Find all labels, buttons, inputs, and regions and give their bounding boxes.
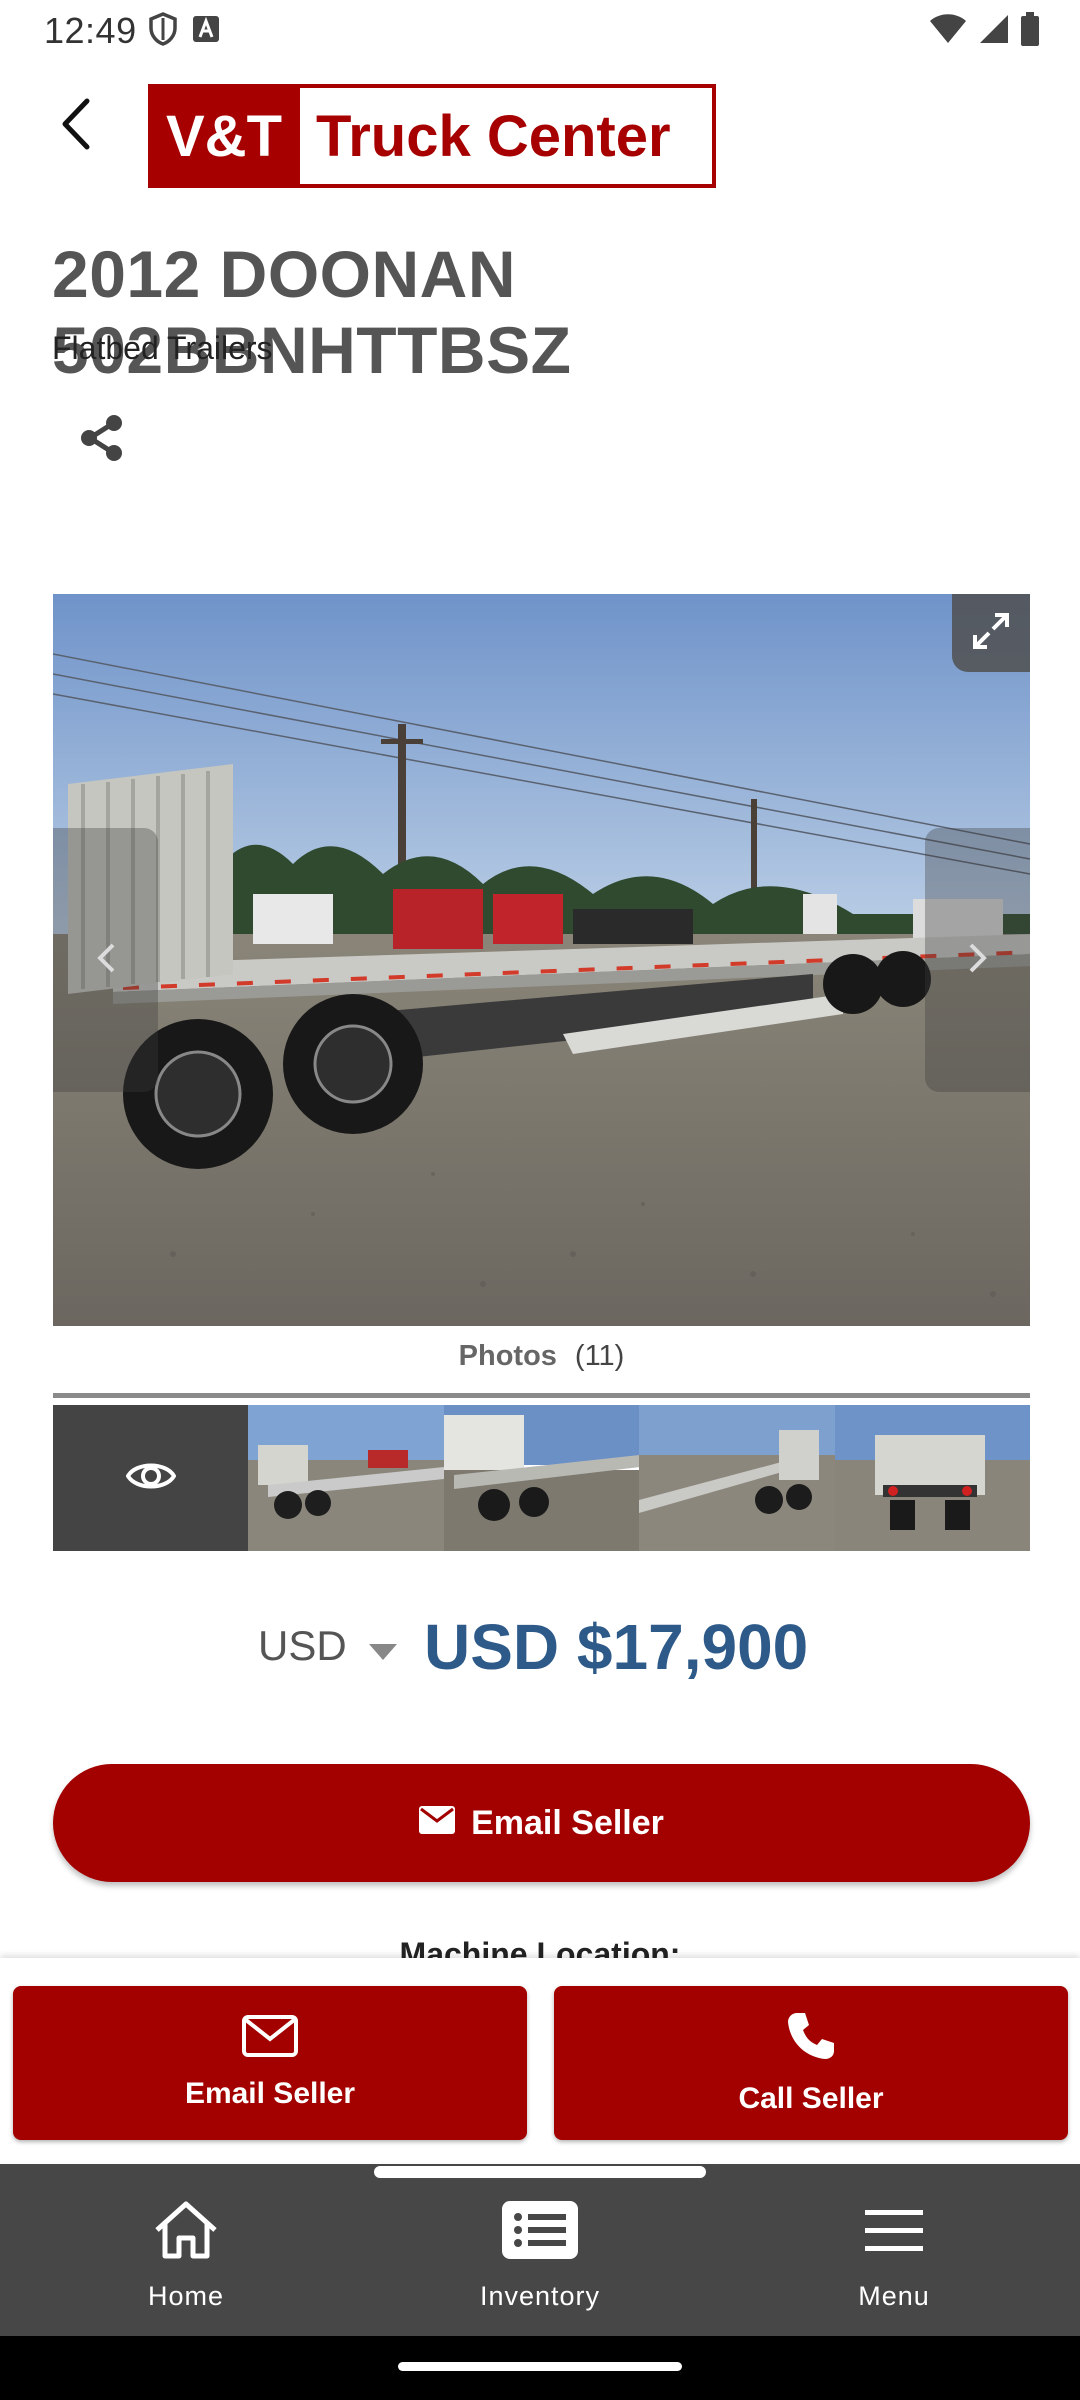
email-seller-button[interactable]: Email Seller bbox=[53, 1764, 1030, 1882]
vt-truck-center-logo: V&T Truck Center bbox=[148, 84, 716, 188]
photos-count: (11) bbox=[574, 1340, 625, 1372]
expand-photo-button[interactable] bbox=[952, 594, 1030, 672]
envelope-outline-icon bbox=[242, 2015, 298, 2065]
currency-value: USD bbox=[258, 1622, 347, 1669]
main-photo[interactable] bbox=[53, 594, 1030, 1326]
expand-icon bbox=[971, 611, 1011, 656]
hamburger-menu-icon bbox=[863, 2200, 925, 2267]
font-a-icon bbox=[192, 15, 220, 48]
envelope-icon bbox=[419, 1804, 456, 1843]
nav-inventory-label: Inventory bbox=[479, 2281, 601, 2311]
chevron-down-icon bbox=[368, 1622, 397, 1670]
thumbnail-4[interactable] bbox=[639, 1405, 835, 1551]
list-icon bbox=[501, 2200, 579, 2267]
listing-category: Flatbed Trailers bbox=[52, 330, 273, 366]
photos-label[interactable]: Photos (11) bbox=[53, 1340, 1030, 1373]
currency-select[interactable]: USD bbox=[258, 1622, 397, 1670]
contact-email-seller-button[interactable]: Email Seller bbox=[13, 1986, 527, 2140]
logo-text-part2: Truck Center bbox=[316, 103, 671, 169]
nav-handle bbox=[374, 2166, 706, 2178]
contact-call-seller-button[interactable]: Call Seller bbox=[554, 1986, 1068, 2140]
nav-menu-label: Menu bbox=[858, 2281, 930, 2311]
photo-thumbnails bbox=[53, 1405, 1030, 1551]
thumbnail-current[interactable] bbox=[53, 1405, 249, 1551]
shield-icon bbox=[148, 12, 178, 51]
wifi-icon bbox=[928, 13, 968, 50]
photos-label-text: Photos bbox=[458, 1340, 557, 1372]
share-icon bbox=[76, 415, 128, 468]
email-seller-label: Email Seller bbox=[471, 1803, 664, 1842]
share-button[interactable] bbox=[76, 412, 128, 464]
eye-icon bbox=[125, 1458, 176, 1499]
home-icon bbox=[153, 2200, 219, 2267]
signal-icon bbox=[978, 13, 1010, 50]
contact-call-label: Call Seller bbox=[738, 2082, 884, 2115]
home-gesture-bar[interactable] bbox=[398, 2362, 682, 2371]
nav-inventory[interactable]: Inventory bbox=[440, 2200, 640, 2312]
photos-divider bbox=[53, 1393, 1030, 1398]
nav-home-label: Home bbox=[147, 2281, 225, 2311]
thumbnail-2[interactable] bbox=[248, 1405, 444, 1551]
contact-bar: Email Seller Call Seller bbox=[0, 1958, 1080, 2162]
chevron-left-icon bbox=[95, 941, 117, 980]
bottom-navigation: Home Inventory Menu bbox=[0, 2164, 1080, 2336]
status-bar: 12:49 bbox=[0, 0, 1080, 60]
back-button[interactable] bbox=[48, 96, 102, 156]
chevron-right-icon bbox=[967, 941, 989, 980]
thumbnail-3[interactable] bbox=[443, 1405, 640, 1551]
contact-email-label: Email Seller bbox=[184, 2077, 356, 2110]
logo-text-part1: V&T bbox=[152, 88, 300, 184]
next-photo-button[interactable] bbox=[925, 828, 1030, 1092]
thumbnail-5[interactable] bbox=[834, 1405, 1030, 1551]
chevron-left-icon bbox=[57, 97, 93, 156]
price-value: USD $17,900 bbox=[424, 1611, 809, 1683]
phone-icon bbox=[785, 2010, 837, 2070]
previous-photo-button[interactable] bbox=[53, 828, 158, 1092]
machine-location-label: Machine Location: bbox=[399, 1936, 681, 1958]
nav-home[interactable]: Home bbox=[86, 2200, 286, 2312]
flatbed-trailer-photo bbox=[53, 594, 1030, 1326]
nav-menu[interactable]: Menu bbox=[794, 2200, 994, 2312]
status-time: 12:49 bbox=[44, 10, 137, 51]
battery-icon bbox=[1020, 12, 1040, 51]
